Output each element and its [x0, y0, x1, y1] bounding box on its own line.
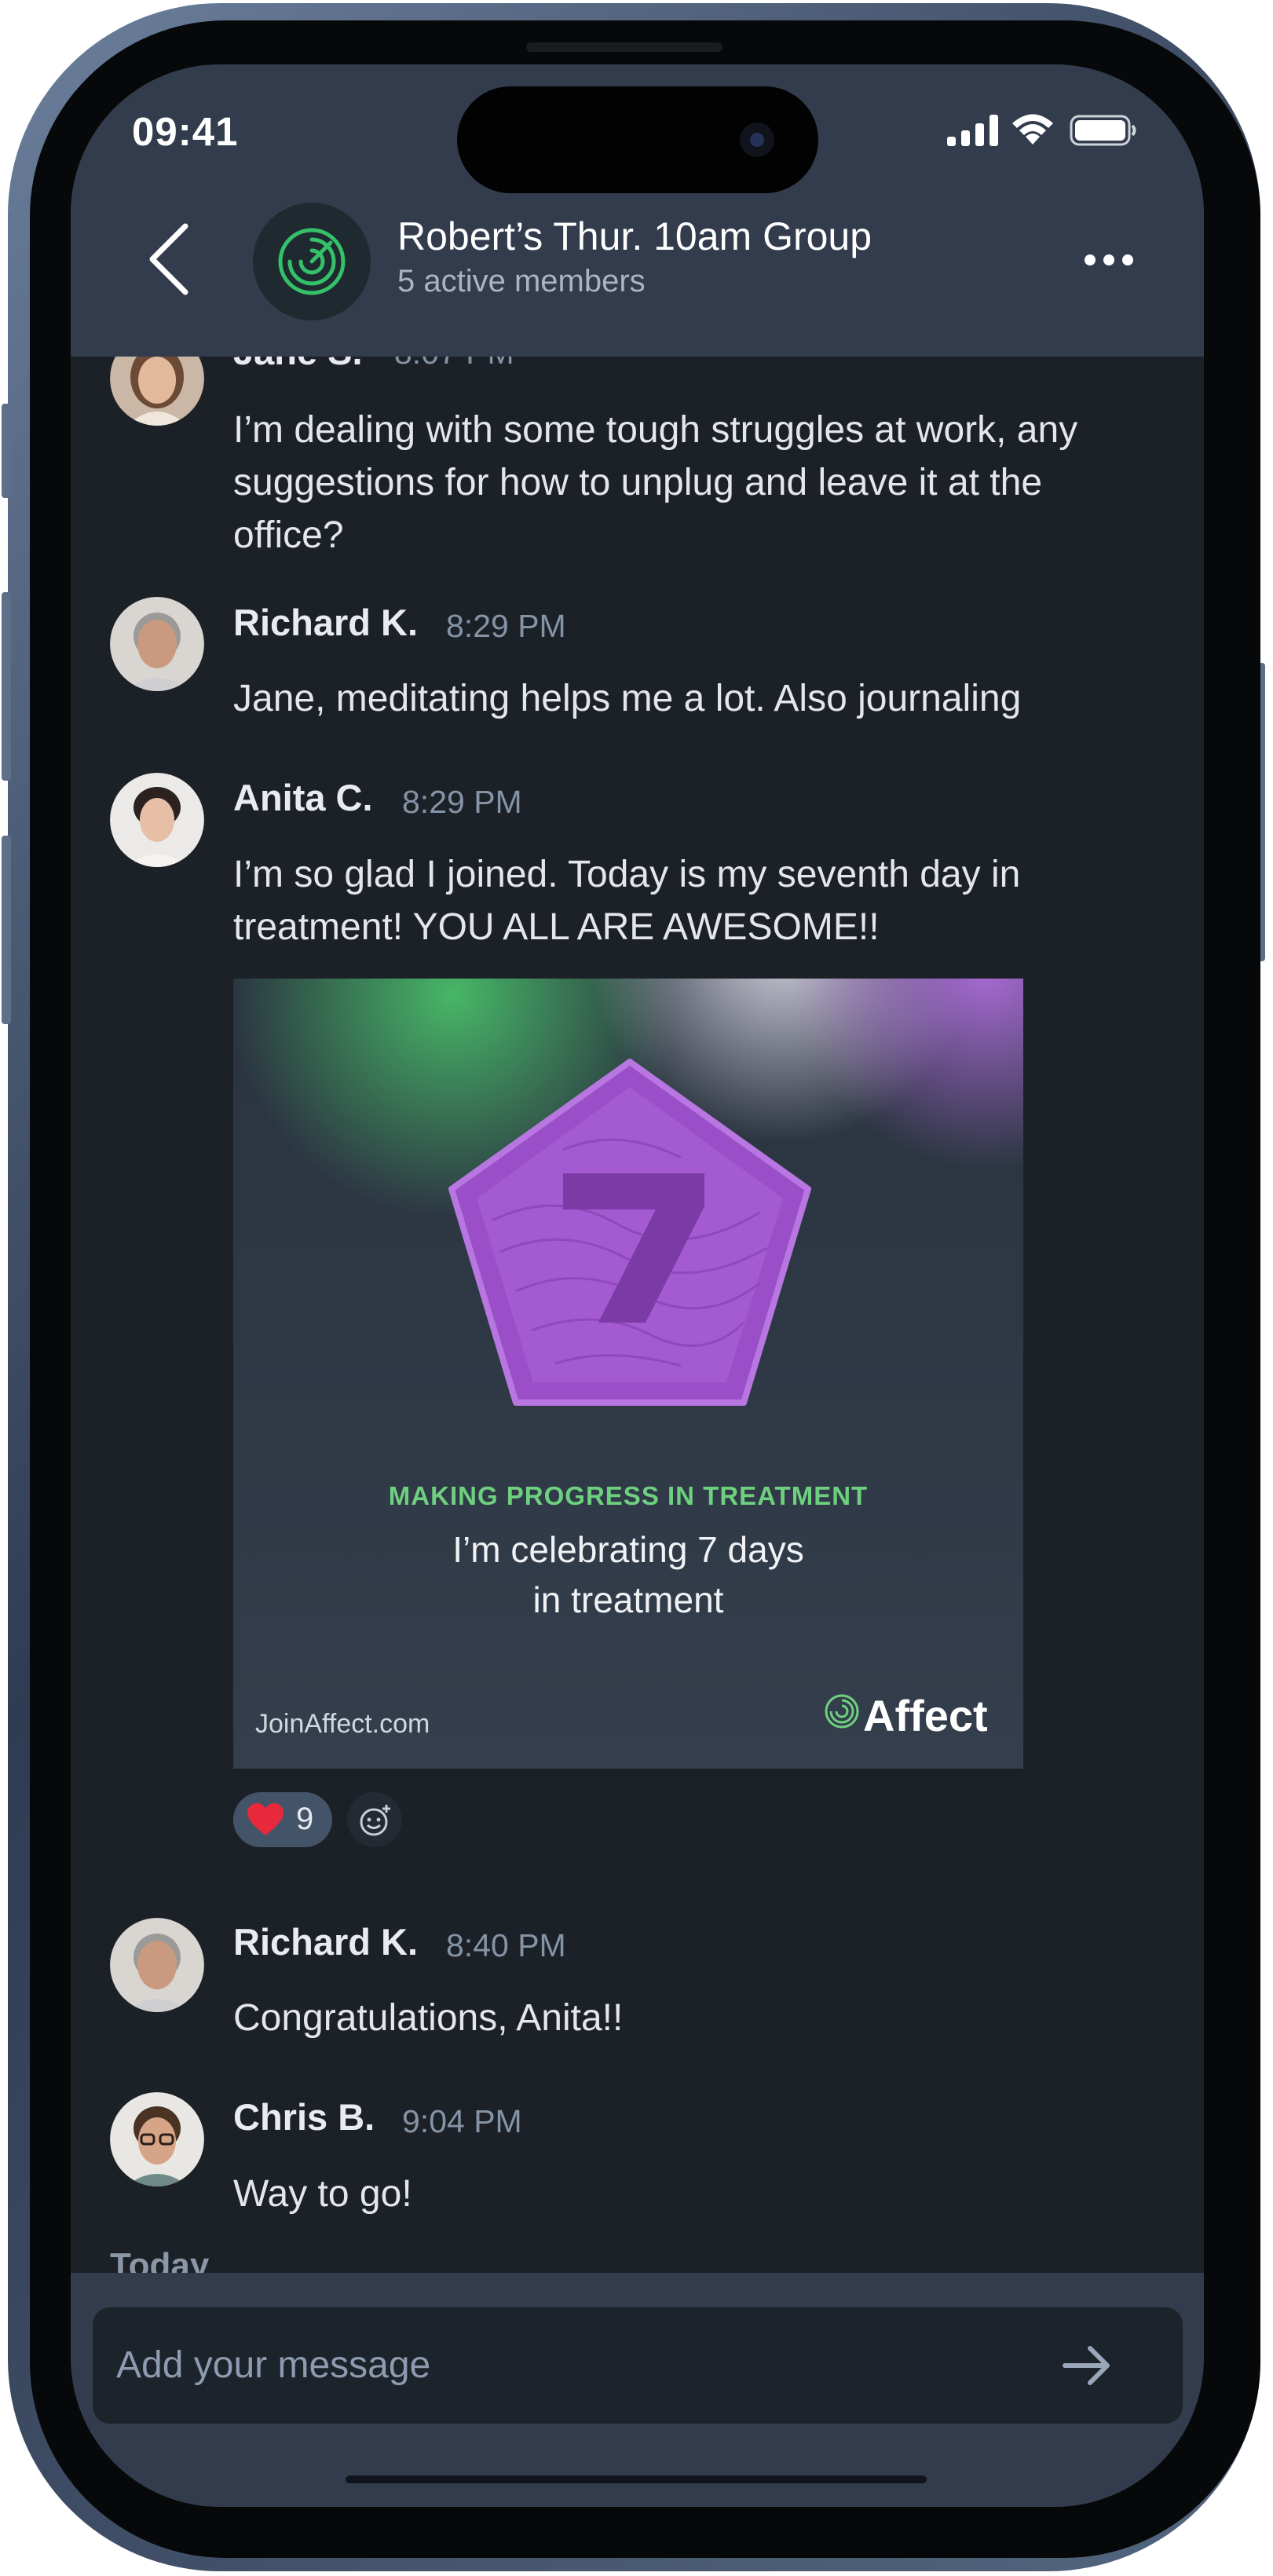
message-line: I’m so glad I joined. Today is my sevent…: [233, 854, 1021, 895]
message-line: suggestions for how to unplug and leave …: [233, 462, 1043, 503]
avatar-anita: [110, 773, 204, 867]
milestone-badge-card[interactable]: MAKING PROGRESS IN TREATMENT I’m celebra…: [233, 979, 1023, 1769]
message-input[interactable]: Add your message: [93, 2307, 1183, 2424]
message-input-placeholder: Add your message: [116, 2344, 431, 2386]
group-logo-icon: [278, 228, 346, 295]
badge-kicker: MAKING PROGRESS IN TREATMENT: [388, 1481, 869, 1510]
message-author: Anita C.: [233, 777, 373, 818]
status-time: 09:41: [132, 109, 239, 154]
cellular-signal-icon: [947, 115, 998, 146]
badge-url: JoinAffect.com: [255, 1709, 430, 1739]
message-line: Congratulations, Anita!!: [233, 1997, 624, 2039]
earpiece-speaker: [526, 42, 722, 52]
volume-up-button: [2, 592, 11, 781]
message-author: Richard K.: [233, 1921, 419, 1963]
back-chevron-icon[interactable]: [148, 223, 190, 295]
avatar-richard: [110, 597, 204, 691]
message-text: Jane, meditating helps me a lot. Also jo…: [233, 672, 1176, 725]
group-title[interactable]: Robert’s Thur. 10am Group: [397, 214, 872, 259]
chat-header: 09:41 Robert’s Thur. 10am Group 5 active…: [71, 64, 1204, 357]
battery-icon: [1070, 115, 1136, 146]
seven-day-badge-icon: [448, 1059, 811, 1406]
mute-switch: [2, 404, 11, 498]
more-options-icon[interactable]: [1084, 253, 1134, 267]
brand-name: Affect: [863, 1691, 988, 1740]
affect-logo-icon: [825, 1694, 859, 1729]
send-arrow-icon[interactable]: [1062, 2342, 1114, 2389]
add-reaction-button[interactable]: [347, 1792, 402, 1847]
volume-down-button: [2, 836, 11, 1024]
message-author: Chris B.: [233, 2096, 375, 2138]
message-author: Richard K.: [233, 602, 419, 643]
badge-line: I’m celebrating 7 days: [452, 1529, 804, 1570]
message-text: Way to go!: [233, 2168, 1176, 2220]
group-member-count: 5 active members: [397, 264, 646, 298]
add-emoji-icon: [360, 1805, 390, 1836]
group-avatar[interactable]: [253, 203, 371, 320]
front-camera: [740, 123, 774, 157]
message-line: Jane, meditating helps me a lot. Also jo…: [233, 678, 1022, 719]
avatar-chris: [110, 2092, 204, 2186]
message-time: 8:40 PM: [446, 1927, 566, 1963]
wifi-icon: [1012, 114, 1053, 145]
message-line: office?: [233, 514, 344, 556]
message-composer: Add your message: [71, 2273, 1204, 2507]
heart-reaction-button[interactable]: 9: [233, 1792, 332, 1847]
reaction-count: 9: [296, 1802, 314, 1836]
heart-icon: [247, 1803, 283, 1835]
message-time: 8:29 PM: [402, 784, 522, 820]
message-text: Congratulations, Anita!!: [233, 1992, 1176, 2044]
message-line: treatment! YOU ALL ARE AWESOME!!: [233, 906, 880, 948]
message-line: Way to go!: [233, 2173, 412, 2215]
message-time: 8:29 PM: [446, 608, 566, 644]
message-line: I’m dealing with some tough struggles at…: [233, 409, 1078, 451]
home-indicator: [346, 2475, 927, 2483]
chat-screen: Jane S. 8:07 PM I’m dealing with some to…: [71, 64, 1204, 2507]
message-text: I’m so glad I joined. Today is my sevent…: [233, 848, 1176, 953]
avatar-richard: [110, 1918, 204, 2012]
message-time: 9:04 PM: [402, 2103, 522, 2139]
message-text: I’m dealing with some tough struggles at…: [233, 404, 1176, 562]
badge-line: in treatment: [532, 1579, 724, 1620]
